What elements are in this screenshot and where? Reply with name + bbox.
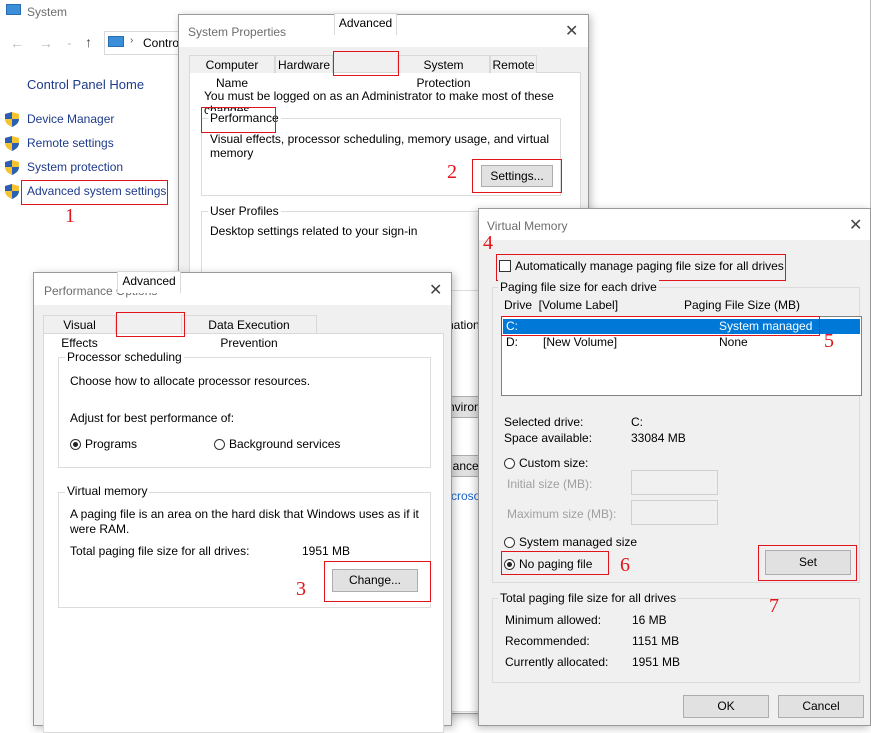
system-managed-radio-button[interactable] (504, 537, 515, 548)
shield-icon (5, 136, 19, 151)
system-window-title: System (27, 5, 68, 19)
performance-highlight (201, 107, 276, 133)
step-1-highlight (21, 180, 168, 205)
computer-icon (108, 36, 124, 47)
tab-advanced[interactable]: Advanced (117, 271, 181, 293)
step-3-highlight (324, 561, 431, 602)
shield-icon (5, 160, 19, 175)
environment-variables-button-label: nviron (448, 400, 481, 414)
selected-drive-label: Selected drive: (504, 415, 584, 429)
shield-icon (5, 184, 19, 199)
ok-button[interactable]: OK (683, 695, 769, 718)
remote-settings-link[interactable]: Remote settings (27, 136, 114, 150)
minimum-allowed-value: 16 MB (632, 613, 667, 627)
user-profiles-description: Desktop settings related to your sign-in (210, 224, 418, 238)
processor-scheduling-description: Choose how to allocate processor resourc… (70, 374, 311, 388)
tab-hardware[interactable]: Hardware (275, 55, 333, 73)
system-protection-link[interactable]: System protection (27, 160, 123, 174)
currently-allocated-label: Currently allocated: (505, 655, 609, 669)
system-properties-title: System Properties (188, 25, 287, 39)
custom-size-radio[interactable]: Custom size: (504, 456, 588, 470)
tab-advanced-highlight (333, 51, 399, 76)
breadcrumb[interactable]: Contro (143, 36, 179, 50)
step-2-label: 2 (447, 161, 457, 183)
step-2-highlight (472, 159, 562, 193)
system-window-icon (6, 4, 21, 15)
programs-radio-button[interactable] (70, 439, 81, 450)
currently-allocated-value: 1951 MB (632, 655, 681, 669)
step-4-label: 4 (483, 232, 493, 254)
total-paging-value: 1951 MB (302, 544, 351, 558)
adjust-performance-label: Adjust for best performance of: (70, 411, 235, 425)
tab-data-execution-prevention[interactable]: Data Execution Prevention (181, 315, 317, 350)
background-services-radio-label: Background services (229, 437, 341, 451)
performance-options-dialog: Performance Options ✕ Visual Effects Adv… (33, 271, 452, 733)
up-button[interactable]: ↑ (85, 34, 92, 50)
address-bar[interactable]: › Contro (104, 31, 184, 55)
programs-radio-label: Programs (85, 437, 138, 451)
performance-description: Visual effects, processor scheduling, me… (210, 132, 550, 160)
step-5-highlight (501, 316, 820, 336)
virtual-memory-description-line2: were RAM. (70, 522, 130, 536)
step-7-highlight (758, 545, 857, 581)
drive-volume-label: [New Volume] (543, 335, 618, 349)
system-managed-label: System managed size (519, 535, 638, 549)
recommended-value: 1151 MB (632, 634, 680, 648)
space-available-value: 33084 MB (631, 431, 686, 445)
back-button[interactable]: ← (10, 35, 24, 51)
device-manager-link[interactable]: Device Manager (27, 112, 114, 126)
recommended-label: Recommended: (505, 634, 590, 648)
step-6-highlight (501, 551, 609, 575)
drive-paging-size: None (719, 335, 748, 349)
close-icon[interactable]: ✕ (849, 215, 862, 234)
breadcrumb-separator-icon: › (130, 35, 134, 46)
tab-system-protection[interactable]: System Protection (397, 55, 490, 90)
step-5-label: 5 (824, 330, 834, 352)
tab-advanced[interactable]: Advanced (334, 13, 397, 35)
microsoft-link-partial[interactable]: croso (451, 489, 480, 503)
selected-drive-value: C: (631, 415, 643, 429)
step-4-highlight (496, 254, 786, 281)
custom-size-label: Custom size: (519, 456, 589, 470)
tab-visual-effects[interactable]: Visual Effects (43, 315, 116, 350)
tab-computer-name[interactable]: Computer Name (189, 55, 275, 90)
processor-scheduling-label: Processor scheduling (65, 350, 184, 364)
step-6-label: 6 (620, 554, 630, 576)
drive-letter: D: (506, 335, 518, 349)
custom-size-radio-button[interactable] (504, 458, 515, 469)
step-1-label: 1 (65, 205, 75, 227)
size-column-header: Paging File Size (MB) (684, 298, 801, 312)
forward-button[interactable]: → (39, 35, 53, 51)
step-3-label: 3 (296, 578, 306, 600)
virtual-memory-dialog: Virtual Memory ✕ 4 Automatically manage … (478, 208, 871, 726)
user-profiles-group-label: User Profiles (208, 204, 281, 218)
maximum-size-input[interactable] (631, 500, 718, 525)
close-icon[interactable]: ✕ (565, 21, 578, 40)
minimum-allowed-label: Minimum allowed: (505, 613, 602, 627)
cancel-button[interactable]: Cancel (778, 695, 864, 718)
total-paging-label: Total paging file size for all drives: (70, 544, 250, 558)
virtual-memory-label: Virtual memory (65, 484, 150, 498)
initial-size-input[interactable] (631, 470, 718, 495)
background-services-radio-button[interactable] (214, 439, 225, 450)
virtual-memory-description-line1: A paging file is an area on the hard dis… (70, 507, 419, 521)
virtual-memory-title: Virtual Memory (487, 219, 568, 233)
system-managed-radio[interactable]: System managed size (504, 535, 637, 549)
total-paging-group-label: Total paging file size for all drives (498, 591, 679, 605)
drive-row-d[interactable]: D: [New Volume] None (503, 335, 860, 350)
each-drive-label: Paging file size for each drive (498, 280, 659, 294)
tab-advanced-highlight (116, 312, 185, 337)
drive-column-header: Drive [Volume Label] (504, 298, 619, 312)
background-services-radio[interactable]: Background services (214, 437, 340, 451)
close-icon[interactable]: ✕ (429, 280, 442, 299)
recent-dropdown-icon[interactable]: ⌄ (66, 38, 73, 47)
control-panel-home-link[interactable]: Control Panel Home (27, 77, 144, 92)
space-available-label: Space available: (504, 431, 593, 445)
maximum-size-label: Maximum size (MB): (507, 507, 617, 521)
initial-size-label: Initial size (MB): (507, 477, 593, 491)
shield-icon (5, 112, 19, 127)
programs-radio[interactable]: Programs (70, 437, 137, 451)
tab-remote[interactable]: Remote (490, 55, 537, 73)
